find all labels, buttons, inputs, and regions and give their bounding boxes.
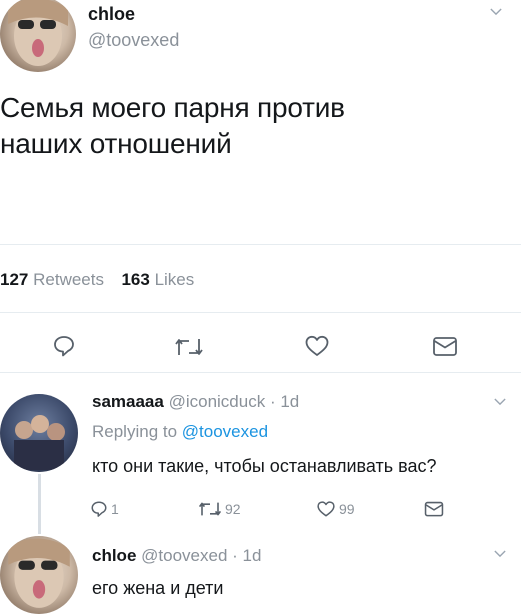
retweet-icon[interactable]: 92 bbox=[198, 500, 241, 518]
handle[interactable]: @toovexed bbox=[141, 546, 227, 565]
reply-header: samaaaa @iconicduck · 1d bbox=[92, 392, 299, 412]
reply-text: его жена и дети bbox=[92, 578, 224, 598]
chevron-down-icon[interactable] bbox=[490, 8, 502, 16]
reply-text: кто они такие, чтобы останавливать вас? bbox=[92, 456, 437, 476]
retweets-count[interactable]: 127 bbox=[0, 270, 28, 289]
reply-header: chloe @toovexed · 1d bbox=[92, 546, 261, 566]
message-icon[interactable] bbox=[424, 501, 444, 518]
reply-count: 1 bbox=[111, 501, 119, 517]
timestamp[interactable]: · 1d bbox=[232, 546, 261, 565]
display-name[interactable]: chloe bbox=[92, 546, 136, 565]
reply-icon[interactable] bbox=[52, 334, 76, 358]
like-count: 99 bbox=[339, 501, 355, 517]
like-icon[interactable]: 99 bbox=[316, 500, 355, 518]
handle[interactable]: @toovexed bbox=[88, 30, 179, 51]
replying-handle-link[interactable]: @toovexed bbox=[182, 422, 268, 441]
message-icon[interactable] bbox=[432, 336, 458, 358]
display-name[interactable]: samaaaa bbox=[92, 392, 164, 411]
stats-row: 127 Retweets 163 Likes bbox=[0, 270, 194, 290]
replying-label: Replying to bbox=[92, 422, 178, 441]
display-name[interactable]: chloe bbox=[88, 4, 135, 25]
chevron-down-icon[interactable] bbox=[494, 550, 506, 558]
avatar[interactable] bbox=[0, 536, 78, 614]
divider bbox=[0, 244, 521, 245]
like-icon[interactable] bbox=[304, 334, 330, 358]
divider bbox=[0, 312, 521, 313]
avatar[interactable] bbox=[0, 0, 76, 72]
chevron-down-icon[interactable] bbox=[494, 398, 506, 406]
likes-count[interactable]: 163 bbox=[121, 270, 149, 289]
tweet-text-line-2: наших отношений bbox=[0, 128, 232, 159]
replying-to: Replying to @toovexed bbox=[92, 422, 268, 442]
reply-icon[interactable]: 1 bbox=[90, 500, 119, 518]
retweets-label[interactable]: Retweets bbox=[33, 270, 104, 289]
retweet-icon[interactable] bbox=[174, 336, 204, 358]
divider bbox=[0, 372, 521, 373]
tweet-text-line-1: Семья моего парня против bbox=[0, 92, 345, 123]
timestamp[interactable]: · 1d bbox=[270, 392, 299, 411]
retweet-count: 92 bbox=[225, 501, 241, 517]
likes-label[interactable]: Likes bbox=[155, 270, 195, 289]
handle[interactable]: @iconicduck bbox=[169, 392, 266, 411]
avatar[interactable] bbox=[0, 394, 78, 472]
thread-line bbox=[38, 474, 41, 534]
